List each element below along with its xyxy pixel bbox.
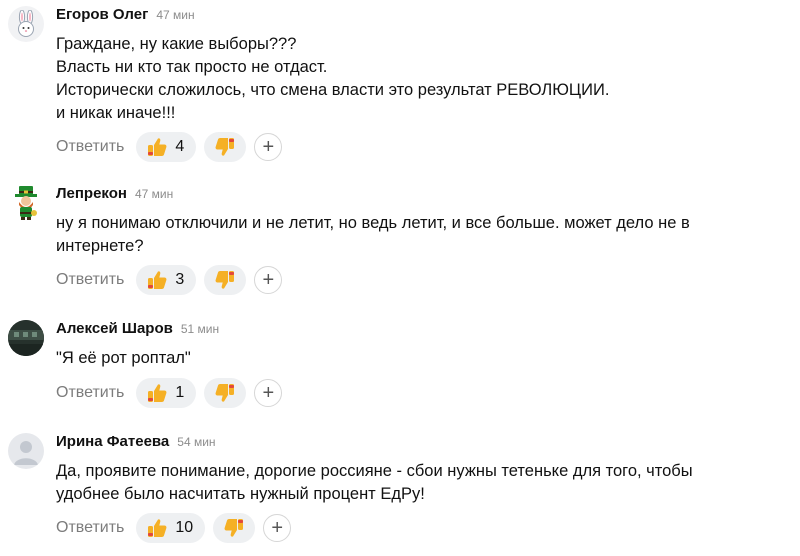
comment-header: Егоров Олег 47 мин xyxy=(56,6,195,26)
thumbs-up-icon xyxy=(148,519,167,537)
avatar[interactable] xyxy=(8,185,44,221)
like-count: 10 xyxy=(175,519,194,536)
reply-button[interactable]: Ответить xyxy=(56,519,124,537)
add-reaction-button[interactable]: + xyxy=(254,266,283,294)
leprechaun-icon xyxy=(15,186,37,220)
plus-icon: + xyxy=(271,516,284,539)
like-button[interactable]: 3 xyxy=(136,265,197,295)
plus-icon: + xyxy=(262,135,275,158)
comment-actions: Ответить 10 + xyxy=(56,512,292,544)
dislike-button[interactable] xyxy=(204,265,247,295)
rabbit-icon xyxy=(18,10,34,37)
comment-text: Граждане, ну какие выборы??? Власть ни к… xyxy=(56,35,610,122)
plus-icon: + xyxy=(262,268,275,291)
dislike-button[interactable] xyxy=(204,132,247,162)
comment-text: Да, проявите понимание, дорогие россияне… xyxy=(56,462,693,503)
like-count: 4 xyxy=(175,138,185,155)
comment-actions: Ответить 1 + xyxy=(56,377,283,409)
timestamp: 47 мин xyxy=(156,8,195,22)
like-button[interactable]: 1 xyxy=(136,378,197,408)
avatar[interactable] xyxy=(8,433,44,469)
comment-text: "Я её рот роптал" xyxy=(56,349,191,367)
avatar[interactable] xyxy=(8,6,44,42)
thumbs-up-icon xyxy=(148,138,167,156)
thumbs-down-icon xyxy=(224,519,244,537)
thumbs-up-icon xyxy=(148,271,167,289)
timestamp: 51 мин xyxy=(180,322,220,336)
comment: Алексей Шаров 51 мин "Я её рот роптал" О… xyxy=(0,320,800,420)
author-name[interactable]: Алексей Шаров xyxy=(56,320,173,337)
like-button[interactable]: 10 xyxy=(136,513,206,543)
author-name[interactable]: Ирина Фатеева xyxy=(56,433,169,450)
thumbs-down-icon xyxy=(215,138,235,156)
reply-button[interactable]: Ответить xyxy=(56,271,124,289)
default-user-icon xyxy=(14,441,38,465)
thumbs-down-icon xyxy=(215,271,235,289)
comment: Егоров Олег 47 мин Граждане, ну какие вы… xyxy=(0,6,800,166)
photo-avatar xyxy=(8,320,44,356)
like-count: 3 xyxy=(175,271,185,288)
comment-header: Лепрекон 47 мин xyxy=(56,185,173,205)
comment: Ирина Фатеева 54 мин Да, проявите понима… xyxy=(0,433,800,553)
like-button[interactable]: 4 xyxy=(136,132,197,162)
add-reaction-button[interactable]: + xyxy=(263,514,292,542)
comment-actions: Ответить 3 + xyxy=(56,264,283,296)
like-count: 1 xyxy=(175,384,185,401)
timestamp: 54 мин xyxy=(177,435,216,449)
thumbs-up-icon xyxy=(148,384,167,402)
dislike-button[interactable] xyxy=(213,513,256,543)
add-reaction-button[interactable]: + xyxy=(254,133,283,161)
comment: Лепрекон 47 мин ну я понимаю отключили и… xyxy=(0,185,800,310)
author-name[interactable]: Лепрекон xyxy=(56,185,127,202)
dislike-button[interactable] xyxy=(204,378,247,408)
plus-icon: + xyxy=(262,381,275,404)
reply-button[interactable]: Ответить xyxy=(56,384,124,402)
comment-header: Ирина Фатеева 54 мин xyxy=(56,433,216,453)
timestamp: 47 мин xyxy=(134,187,174,201)
reply-button[interactable]: Ответить xyxy=(56,138,124,156)
comment-header: Алексей Шаров 51 мин xyxy=(56,320,219,340)
avatar[interactable] xyxy=(8,320,44,356)
thumbs-down-icon xyxy=(215,384,235,402)
comment-text: ну я понимаю отключили и не летит, но ве… xyxy=(56,214,690,255)
add-reaction-button[interactable]: + xyxy=(254,379,283,407)
comment-actions: Ответить 4 + xyxy=(56,131,283,163)
author-name[interactable]: Егоров Олег xyxy=(56,6,148,23)
